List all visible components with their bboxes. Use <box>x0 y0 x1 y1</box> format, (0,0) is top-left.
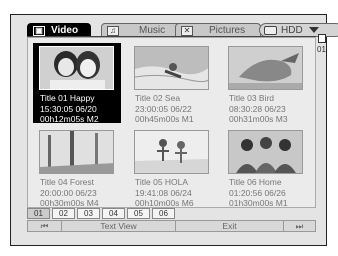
chevron-down-icon <box>308 27 319 33</box>
skip-back-icon: ⏮ <box>40 221 49 231</box>
video-duration: 00h45m00s M1 <box>135 114 194 124</box>
video-thumbnail <box>39 130 114 174</box>
video-meta: Title 01 Happy 15:30:05 06/20 00h12m05s … <box>40 93 99 125</box>
thumbnail-grid: Title 01 Happy 15:30:05 06/20 00h12m05s … <box>27 37 316 208</box>
skip-forward-button[interactable]: ⏭ <box>284 221 315 231</box>
hard-disk-icon <box>264 25 277 35</box>
video-title: Title 06 Home <box>229 177 282 187</box>
video-title: Title 02 Sea <box>135 93 181 103</box>
page-tab-04[interactable]: 04 <box>102 208 125 219</box>
video-datetime: 23:00:05 06/22 <box>135 103 192 114</box>
page-indicator: 01 <box>317 34 328 54</box>
video-duration: 00h10m00s M6 <box>135 198 194 208</box>
skip-back-button[interactable]: ⏮ <box>28 221 62 231</box>
video-duration: 00h30m00s M4 <box>40 198 99 208</box>
video-thumbnail <box>134 46 209 90</box>
video-meta: Title 04 Forest 20:00:00 06/23 00h30m00s… <box>40 177 99 209</box>
video-meta: Title 06 Home 01:20:56 06/26 01h30m00s M… <box>229 177 288 209</box>
video-duration: 01h30m00s M1 <box>229 198 288 208</box>
source-label: HDD <box>281 24 303 36</box>
page-tab-05[interactable]: 05 <box>127 208 150 219</box>
video-datetime: 08:30:28 06/23 <box>229 103 286 114</box>
page-tab-01[interactable]: 01 <box>27 208 50 219</box>
video-datetime: 15:30:05 06/20 <box>40 103 97 114</box>
exit-button[interactable]: Exit <box>176 221 284 231</box>
video-title: Title 05 HOLA <box>135 177 189 187</box>
video-title: Title 03 Bird <box>229 93 275 103</box>
video-meta: Title 02 Sea 23:00:05 06/22 00h45m00s M1 <box>135 93 194 125</box>
video-thumbnail <box>228 130 303 174</box>
video-thumbnail <box>134 130 209 174</box>
music-note-icon: ♫ <box>107 25 119 36</box>
tab-music[interactable]: ♫ Music <box>101 23 183 37</box>
text-view-button[interactable]: Text View <box>62 221 176 231</box>
page-tab-03[interactable]: 03 <box>77 208 100 219</box>
tab-video[interactable]: ▣ Video <box>27 23 91 37</box>
butterfly-icon: ✕ <box>181 25 193 36</box>
page-icon <box>318 34 326 43</box>
video-datetime: 01:20:56 06/26 <box>229 187 286 198</box>
tab-bar: ▣ Video ♫ Music ✕ Pictures HDD <box>27 23 338 37</box>
video-title: Title 04 Forest <box>40 177 95 187</box>
page-tab-02[interactable]: 02 <box>52 208 75 219</box>
skip-forward-icon: ⏭ <box>295 221 304 231</box>
page-number: 01 <box>317 45 326 54</box>
video-duration: 00h12m05s M2 <box>40 114 99 124</box>
video-thumbnail <box>39 46 114 90</box>
tab-pictures[interactable]: ✕ Pictures <box>175 23 261 37</box>
video-thumbnail <box>228 46 303 90</box>
page-tab-06[interactable]: 06 <box>152 208 175 219</box>
video-datetime: 19:41:08 06/24 <box>135 187 192 198</box>
bottom-nav: ⏮ Text View Exit ⏭ <box>27 220 316 232</box>
video-camera-icon: ▣ <box>33 25 45 36</box>
video-meta: Title 05 HOLA 19:41:08 06/24 00h10m00s M… <box>135 177 194 209</box>
video-datetime: 20:00:00 06/23 <box>40 187 97 198</box>
video-title: Title 01 Happy <box>40 93 95 103</box>
page-tabs: 01 02 03 04 05 06 <box>27 208 316 219</box>
video-duration: 00h31m00s M3 <box>229 114 288 124</box>
video-meta: Title 03 Bird 08:30:28 06/23 00h31m00s M… <box>229 93 288 125</box>
